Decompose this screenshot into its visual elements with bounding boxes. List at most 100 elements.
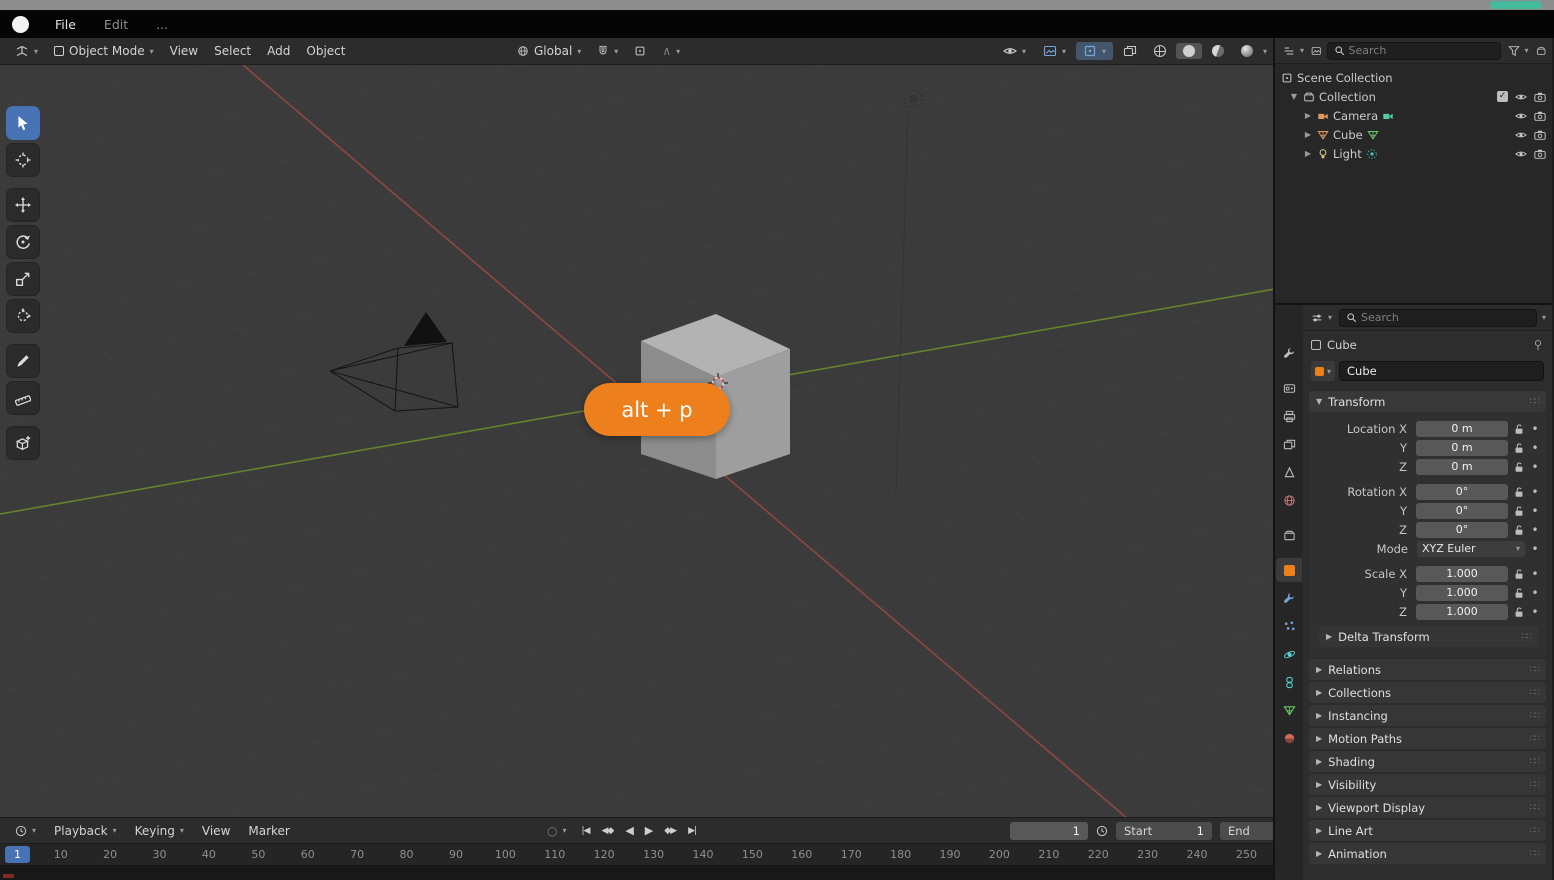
frame-start-field[interactable]: Start 1 [1116, 822, 1212, 840]
drag-grip[interactable]: ∷∷ [1530, 688, 1539, 698]
select-tool-button[interactable] [6, 106, 40, 140]
render-visibility-icon[interactable] [1534, 148, 1546, 160]
lock-icon[interactable] [1513, 505, 1525, 517]
transform-orientation-dropdown[interactable]: Global ▾ [510, 42, 588, 60]
chevron-collapsed-icon[interactable]: ▶ [1303, 111, 1313, 120]
outliner-row-scene-collection[interactable]: Scene Collection [1277, 68, 1550, 87]
timeline-editor-type-button[interactable]: ▾ [8, 823, 43, 839]
gizmos-dropdown[interactable]: ▾ [1036, 42, 1073, 60]
outliner-editor-type-button[interactable]: ▾ [1281, 45, 1306, 57]
props-tab-constraints[interactable] [1276, 670, 1302, 694]
animate-dot[interactable]: • [1530, 441, 1540, 455]
scale-tool-button[interactable] [6, 262, 40, 296]
prev-keyframe-button[interactable]: ◀◆ [597, 824, 617, 838]
filter-dropdown[interactable]: ▾ [1506, 45, 1531, 57]
chevron-down-icon[interactable]: ▾ [1263, 47, 1267, 56]
chevron-collapsed-icon[interactable]: ▶ [1303, 149, 1313, 158]
lock-icon[interactable] [1513, 461, 1525, 473]
render-visibility-icon[interactable] [1534, 110, 1546, 122]
play-button[interactable]: ▶ [641, 822, 656, 839]
properties-search[interactable] [1339, 309, 1537, 327]
props-tab-particles[interactable] [1276, 614, 1302, 638]
transform-panel-header[interactable]: ▼ Transform ∷∷ [1309, 391, 1546, 412]
viewport-menu-item[interactable]: Add [260, 42, 297, 60]
value-field[interactable]: 0° [1416, 503, 1508, 519]
props-tab-scene[interactable] [1276, 460, 1302, 484]
outliner-search[interactable] [1327, 42, 1501, 60]
shading-wireframe-button[interactable] [1147, 43, 1173, 59]
annotate-tool-button[interactable] [6, 344, 40, 378]
timeline-menu-dropdown[interactable]: Keying▾ [128, 822, 191, 840]
object-name-field[interactable]: Cube [1339, 361, 1544, 381]
mac-menu-item[interactable]: File [55, 17, 76, 32]
animate-dot[interactable]: • [1530, 542, 1540, 556]
render-visibility-icon[interactable] [1534, 91, 1546, 103]
render-visibility-icon[interactable] [1534, 129, 1546, 141]
chevron-down-icon[interactable]: ▾ [1542, 313, 1546, 322]
display-mode-icon[interactable] [1311, 45, 1321, 57]
props-section-header[interactable]: ▶ Viewport Display ∷∷ [1309, 797, 1546, 818]
props-section-header[interactable]: ▶ Animation ∷∷ [1309, 843, 1546, 864]
props-section-header[interactable]: ▶ Instancing ∷∷ [1309, 705, 1546, 726]
timeline-ruler[interactable]: 10 20 30 40 50 60 70 80 [0, 843, 1273, 865]
drag-grip[interactable]: ∷∷ [1530, 826, 1539, 836]
cursor-tool-button[interactable] [6, 143, 40, 177]
properties-editor-type-button[interactable]: ▾ [1309, 312, 1334, 324]
chevron-expanded-icon[interactable]: ▼ [1289, 92, 1299, 101]
props-section-header[interactable]: ▶ Visibility ∷∷ [1309, 774, 1546, 795]
lock-icon[interactable] [1513, 568, 1525, 580]
rotate-tool-button[interactable] [6, 225, 40, 259]
drag-grip[interactable]: ∷∷ [1530, 711, 1539, 721]
value-field[interactable]: 0 m [1416, 440, 1508, 456]
value-field[interactable]: 1.000 [1416, 604, 1508, 620]
object-mode-dropdown[interactable]: Object Mode ▾ [47, 42, 161, 60]
value-field[interactable]: 1.000 [1416, 566, 1508, 582]
animate-dot[interactable]: • [1530, 422, 1540, 436]
mac-menu-item[interactable]: Edit [104, 17, 128, 32]
move-tool-button[interactable] [6, 188, 40, 222]
measure-tool-button[interactable] [6, 381, 40, 415]
delta-transform-section[interactable]: ▶ Delta Transform ∷∷ [1319, 626, 1538, 647]
value-field[interactable]: 1.000 [1416, 585, 1508, 601]
menubar-indicator[interactable] [1490, 1, 1542, 9]
outliner-row-collection[interactable]: ▼ Collection ✓ [1277, 87, 1550, 106]
props-tab-data[interactable] [1276, 698, 1302, 722]
transform-tool-button[interactable] [6, 299, 40, 333]
drag-grip[interactable]: ∷∷ [1530, 780, 1539, 790]
mac-menu-item[interactable]: ... [156, 17, 168, 32]
drag-grip[interactable]: ∷∷ [1530, 397, 1539, 407]
props-tab-modifiers[interactable] [1276, 586, 1302, 610]
drag-grip[interactable]: ∷∷ [1522, 632, 1531, 642]
props-section-header[interactable]: ▶ Motion Paths ∷∷ [1309, 728, 1546, 749]
overlays-toggle[interactable]: ▾ [1076, 42, 1113, 60]
visibility-dropdown[interactable]: ▾ [996, 42, 1033, 60]
lock-icon[interactable] [1513, 486, 1525, 498]
animate-dot[interactable]: • [1530, 460, 1540, 474]
snap-toggle[interactable]: ▾ [590, 43, 625, 59]
drag-grip[interactable]: ∷∷ [1530, 757, 1539, 767]
playhead-frame-badge[interactable]: 1 [5, 846, 30, 863]
lock-icon[interactable] [1513, 442, 1525, 454]
value-field[interactable]: 0° [1416, 522, 1508, 538]
proportional-falloff-dropdown[interactable]: ∧▾ [655, 42, 687, 60]
eye-icon[interactable] [1515, 91, 1527, 103]
props-tab-physics[interactable] [1276, 642, 1302, 666]
lock-icon[interactable] [1513, 524, 1525, 536]
pin-icon[interactable] [1532, 339, 1544, 351]
xray-toggle[interactable] [1116, 42, 1144, 60]
3d-viewport[interactable]: alt + p [0, 65, 1273, 817]
viewport-menu-item[interactable]: Object [299, 42, 352, 60]
timeline-menu-item[interactable]: Marker [241, 822, 296, 840]
props-tab-view-layer[interactable] [1276, 432, 1302, 456]
shading-material-button[interactable] [1205, 43, 1231, 59]
drag-grip[interactable]: ∷∷ [1530, 665, 1539, 675]
value-field[interactable]: 0 m [1416, 459, 1508, 475]
props-tab-material[interactable] [1276, 726, 1302, 750]
add-cube-tool-button[interactable] [6, 426, 40, 460]
props-tab-tool[interactable] [1276, 341, 1302, 365]
shading-solid-button[interactable] [1176, 43, 1202, 59]
props-tab-render[interactable] [1276, 376, 1302, 400]
animate-dot[interactable]: • [1530, 567, 1540, 581]
new-collection-icon[interactable] [1536, 45, 1546, 57]
lock-icon[interactable] [1513, 423, 1525, 435]
